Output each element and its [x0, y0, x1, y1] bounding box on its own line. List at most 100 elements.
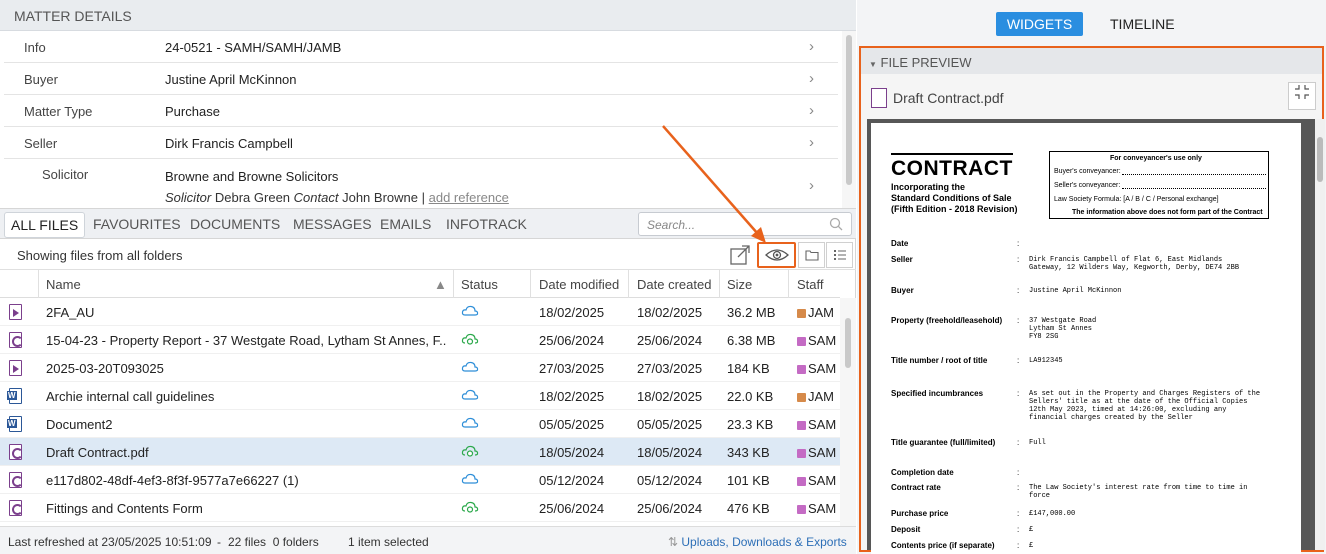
- matter-row-matter-type[interactable]: Matter Type Purchase ›: [4, 95, 838, 127]
- table-row[interactable]: Document2 05/05/2025 05/05/2025 23.3 KB SAM: [0, 410, 840, 438]
- scrollbar-thumb[interactable]: [846, 35, 852, 185]
- row-label: Solicitor: [42, 167, 89, 182]
- file-size: 101 KB: [727, 473, 770, 488]
- column-separator[interactable]: [788, 270, 789, 298]
- contract-page: CONTRACT Incorporating the Standard Condi…: [871, 123, 1301, 554]
- collapse-preview-icon[interactable]: [1288, 82, 1316, 110]
- chevron-right-icon[interactable]: ›: [809, 70, 814, 87]
- tab-infotrack[interactable]: INFOTRACK: [446, 216, 527, 232]
- matter-row-solicitor[interactable]: Solicitor Browne and Browne Solicitors S…: [4, 159, 838, 209]
- search-icon[interactable]: [829, 215, 843, 236]
- open-external-icon[interactable]: [728, 242, 752, 268]
- document-viewer[interactable]: CONTRACT Incorporating the Standard Condi…: [867, 119, 1325, 554]
- file-size: 36.2 MB: [727, 305, 776, 320]
- tab-timeline[interactable]: TIMELINE: [1110, 16, 1175, 32]
- add-reference-link[interactable]: add reference: [429, 190, 509, 205]
- date-created: 18/05/2024: [637, 445, 703, 460]
- column-name[interactable]: Name: [46, 277, 81, 292]
- preview-eye-button[interactable]: [757, 242, 796, 268]
- app-window: MATTER DETAILS Info 24-0521 - SAMH/SAMH/J…: [0, 0, 1326, 554]
- contract-field-label: Purchase price: [891, 509, 949, 518]
- uploads-downloads-link[interactable]: ⇅ Uploads, Downloads & Exports: [668, 535, 847, 549]
- scrollbar-thumb[interactable]: [845, 318, 851, 368]
- row-value: Browne and Browne Solicitors: [165, 169, 339, 184]
- matter-details-scrollbar[interactable]: [842, 31, 856, 208]
- file-size: 476 KB: [727, 501, 770, 516]
- column-date-created[interactable]: Date created: [637, 277, 711, 292]
- search-input[interactable]: Search...: [638, 212, 852, 236]
- contract-field-label: Property (freehold/leasehold): [891, 316, 1003, 325]
- column-separator[interactable]: [628, 270, 629, 298]
- uploads-label: Uploads, Downloads & Exports: [681, 535, 847, 549]
- cloud-icon: [461, 388, 479, 405]
- date-modified: 18/02/2025: [539, 389, 605, 404]
- chevron-right-icon[interactable]: ›: [809, 177, 814, 194]
- sort-ascending-icon[interactable]: ▲: [434, 277, 447, 292]
- column-separator[interactable]: [453, 270, 454, 298]
- file-toolbar: Showing files from all folders: [0, 239, 856, 270]
- matter-details-header[interactable]: MATTER DETAILS: [0, 0, 856, 31]
- tab-all-files[interactable]: ALL FILES: [4, 212, 86, 238]
- field-colon: :: [1017, 541, 1020, 550]
- file-size: 22.0 KB: [727, 389, 774, 404]
- pdf-icon: [9, 500, 23, 516]
- column-separator[interactable]: [38, 270, 39, 298]
- date-modified: 18/02/2025: [539, 305, 605, 320]
- search-placeholder: Search...: [647, 218, 696, 232]
- date-modified: 25/06/2024: [539, 501, 605, 516]
- date-created: 18/02/2025: [637, 389, 703, 404]
- pdf-file-icon: [871, 88, 887, 108]
- tab-favourites[interactable]: FAVOURITES: [93, 216, 181, 232]
- contract-field-label: Buyer: [891, 286, 914, 295]
- matter-row-seller[interactable]: Seller Dirk Francis Campbell ›: [4, 127, 838, 159]
- table-row[interactable]: Draft Contract.pdf 18/05/2024 18/05/2024 34…: [0, 438, 840, 466]
- contract-field-value: As set out in the Property and Charges R…: [1029, 390, 1261, 422]
- file-preview-header[interactable]: ▼ FILE PREVIEW: [861, 48, 1322, 74]
- file-preview-title: FILE PREVIEW: [880, 55, 972, 70]
- box-line: Law Society Formula: [A / B / C / Person…: [1054, 196, 1219, 203]
- date-created: 05/12/2024: [637, 473, 703, 488]
- scrollbar-thumb[interactable]: [1317, 137, 1323, 182]
- field-colon: :: [1017, 509, 1020, 518]
- status-separator: -: [217, 535, 221, 549]
- column-size[interactable]: Size: [727, 277, 752, 292]
- pdf-icon: [9, 332, 23, 348]
- column-status[interactable]: Status: [461, 277, 498, 292]
- contract-field-value: Full: [1029, 439, 1046, 447]
- tab-messages[interactable]: MESSAGES: [293, 216, 372, 232]
- table-row[interactable]: Fittings and Contents Form 25/06/2024 25/0…: [0, 494, 840, 522]
- table-row[interactable]: Archie internal call guidelines 18/02/202…: [0, 382, 840, 410]
- contract-field-value: Justine April McKinnon: [1029, 287, 1122, 295]
- column-separator[interactable]: [719, 270, 720, 298]
- column-date-modified[interactable]: Date modified: [539, 277, 619, 292]
- chevron-right-icon[interactable]: ›: [809, 134, 814, 151]
- table-row[interactable]: e117d802-48df-4ef3-8f3f-9577a7e66227 (1)…: [0, 466, 840, 494]
- column-staff[interactable]: Staff: [797, 277, 824, 292]
- table-row[interactable]: 2025-03-20T093025 27/03/2025 27/03/2025 184…: [0, 354, 840, 382]
- list-view-icon[interactable]: [826, 242, 853, 268]
- chevron-right-icon[interactable]: ›: [809, 38, 814, 55]
- staff-color-dot: [797, 505, 806, 514]
- chevron-right-icon[interactable]: ›: [809, 102, 814, 119]
- file-grid-scrollbar[interactable]: [840, 298, 856, 526]
- preview-scrollbar[interactable]: [1315, 119, 1325, 550]
- row-label: Buyer: [24, 72, 58, 87]
- table-row[interactable]: 2FA_AU 18/02/2025 18/02/2025 36.2 MB JAM: [0, 298, 840, 326]
- box-line: Buyer's conveyancer:: [1054, 168, 1121, 175]
- selection-count: 1 item selected: [348, 535, 429, 549]
- column-separator[interactable]: [530, 270, 531, 298]
- folder-view-icon[interactable]: [798, 242, 825, 268]
- table-row[interactable]: 15-04-23 - Property Report - 37 Westgate…: [0, 326, 840, 354]
- matter-row-info[interactable]: Info 24-0521 - SAMH/SAMH/JAMB ›: [4, 31, 838, 63]
- tab-emails[interactable]: EMAILS: [380, 216, 431, 232]
- tab-documents[interactable]: DOCUMENTS: [190, 216, 280, 232]
- tab-widgets[interactable]: WIDGETS: [996, 12, 1083, 36]
- contract-field-label: Title number / root of title: [891, 356, 988, 365]
- cloud-icon: [461, 472, 479, 489]
- date-modified: 05/12/2024: [539, 473, 605, 488]
- staff-initials: SAM: [808, 473, 837, 488]
- preview-file-name: Draft Contract.pdf: [893, 90, 1004, 106]
- matter-row-buyer[interactable]: Buyer Justine April McKinnon ›: [4, 63, 838, 95]
- collapse-triangle-icon: ▼: [869, 60, 877, 69]
- field-colon: :: [1017, 468, 1020, 477]
